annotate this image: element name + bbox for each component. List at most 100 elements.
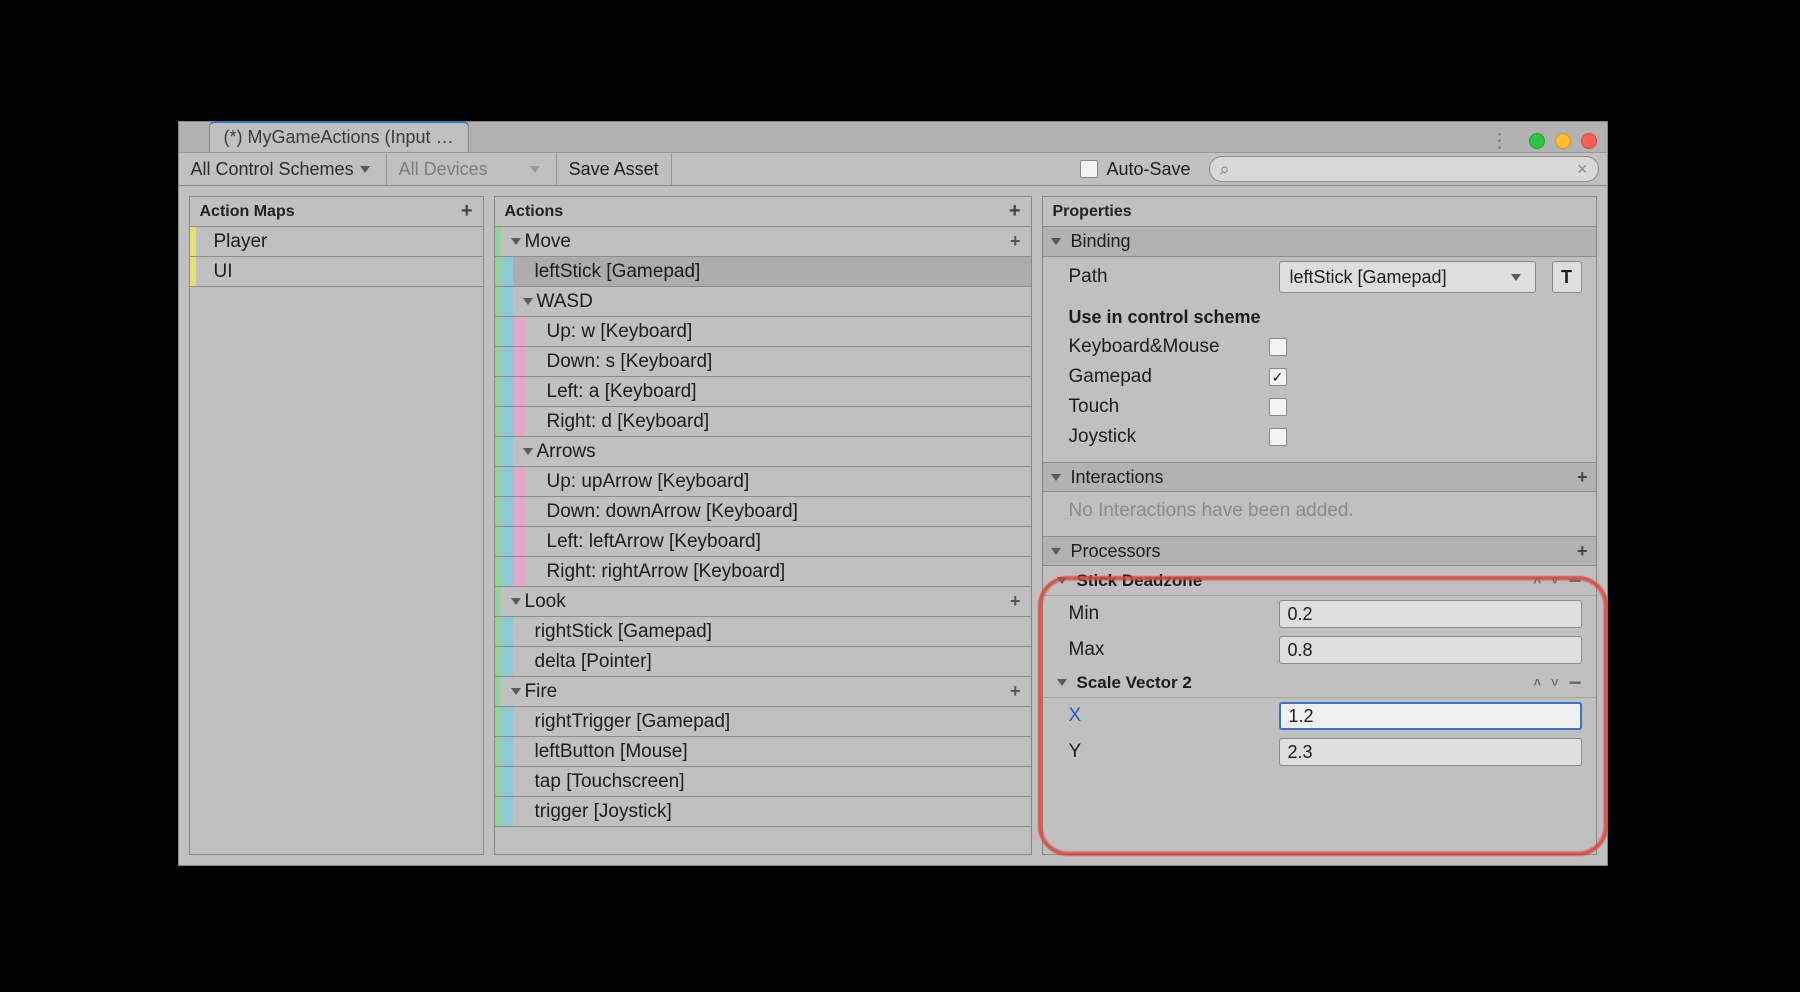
binding-item[interactable]: delta [Pointer]: [495, 647, 1031, 677]
processor-header[interactable]: Stick Deadzone ˄ ˅−: [1043, 566, 1596, 596]
field-label: Min: [1069, 603, 1269, 625]
clear-search-icon[interactable]: ×: [1577, 159, 1588, 180]
actions-title: Actions: [505, 203, 564, 221]
binding-label: Down: downArrow [Keyboard]: [547, 501, 798, 523]
traffic-red[interactable]: [1581, 133, 1597, 149]
binding-label: WASD: [537, 291, 593, 313]
composite-part-item[interactable]: Up: w [Keyboard]: [495, 317, 1031, 347]
search-icon: ⌕: [1220, 159, 1230, 180]
binding-label: tap [Touchscreen]: [535, 771, 685, 793]
move-up-icon[interactable]: ˄: [1533, 573, 1541, 588]
action-map-item[interactable]: UI: [190, 257, 483, 287]
add-action-map-button[interactable]: +: [461, 200, 473, 223]
binding-label: Left: leftArrow [Keyboard]: [547, 531, 761, 553]
move-down-icon[interactable]: ˅: [1551, 573, 1559, 588]
composite-part-item[interactable]: Down: downArrow [Keyboard]: [495, 497, 1031, 527]
action-label: Move: [525, 231, 571, 253]
foldout-icon: [511, 688, 521, 695]
binding-item[interactable]: rightStick [Gamepad]: [495, 617, 1031, 647]
kebab-icon[interactable]: ⋮: [1490, 128, 1511, 153]
main-columns: Action Maps + PlayerUI Actions + Move + le…: [179, 186, 1607, 865]
save-asset-button[interactable]: Save Asset: [557, 153, 672, 185]
composite-part-item[interactable]: Up: upArrow [Keyboard]: [495, 467, 1031, 497]
binding-item[interactable]: rightTrigger [Gamepad]: [495, 707, 1031, 737]
add-binding-button[interactable]: +: [1010, 231, 1021, 252]
processor-name: Stick Deadzone: [1077, 571, 1203, 591]
move-up-icon[interactable]: ˄: [1533, 675, 1541, 690]
binding-item[interactable]: leftButton [Mouse]: [495, 737, 1031, 767]
binding-label: leftButton [Mouse]: [535, 741, 688, 763]
section-title: Binding: [1071, 231, 1131, 252]
foldout-icon: [1051, 548, 1061, 555]
window-tabbar: (*) MyGameActions (Input … ⋮: [179, 122, 1607, 152]
scheme-name: Keyboard&Mouse: [1069, 336, 1269, 358]
section-title: Processors: [1071, 541, 1161, 562]
binding-item[interactable]: trigger [Joystick]: [495, 797, 1031, 827]
action-maps-panel: Action Maps + PlayerUI: [189, 196, 484, 855]
action-item[interactable]: Fire+: [495, 677, 1031, 707]
path-label: Path: [1069, 266, 1269, 288]
foldout-icon: [511, 598, 521, 605]
field-label: X: [1069, 705, 1269, 727]
scheme-checkbox[interactable]: [1269, 398, 1287, 416]
scheme-row: Keyboard&Mouse: [1043, 332, 1596, 362]
move-down-icon[interactable]: ˅: [1551, 675, 1559, 690]
scheme-checkbox[interactable]: [1269, 428, 1287, 446]
field-input[interactable]: 2.3: [1279, 738, 1582, 766]
processor-header[interactable]: Scale Vector 2 ˄ ˅−: [1043, 668, 1596, 698]
path-dropdown[interactable]: leftStick [Gamepad]: [1279, 261, 1536, 293]
action-item[interactable]: Look +: [495, 587, 1031, 617]
scheme-row: Touch: [1043, 392, 1596, 422]
binding-label: delta [Pointer]: [535, 651, 652, 673]
control-schemes-dropdown[interactable]: All Control Schemes: [179, 153, 387, 185]
composite-part-item[interactable]: Left: leftArrow [Keyboard]: [495, 527, 1031, 557]
traffic-green[interactable]: [1529, 133, 1545, 149]
devices-dropdown[interactable]: All Devices: [387, 153, 557, 185]
add-item-button[interactable]: +: [1577, 467, 1588, 488]
action-map-item[interactable]: Player: [190, 227, 483, 257]
composite-part-item[interactable]: Left: a [Keyboard]: [495, 377, 1031, 407]
field-input[interactable]: 0.2: [1279, 600, 1582, 628]
action-label: Look: [525, 591, 566, 613]
autosave-toggle[interactable]: Auto-Save: [1070, 153, 1200, 185]
field-input[interactable]: 0.8: [1279, 636, 1582, 664]
properties-title: Properties: [1053, 203, 1132, 221]
traffic-yellow[interactable]: [1555, 133, 1571, 149]
composite-binding-item[interactable]: WASD: [495, 287, 1031, 317]
foldout-icon: [511, 238, 521, 245]
composite-part-item[interactable]: Right: rightArrow [Keyboard]: [495, 557, 1031, 587]
add-action-button[interactable]: +: [1009, 200, 1021, 223]
processor-field-row: Max0.8: [1043, 632, 1596, 668]
binding-item[interactable]: leftStick [Gamepad]: [495, 257, 1031, 287]
search-input[interactable]: ⌕ ×: [1209, 156, 1599, 182]
chevron-down-icon: [530, 166, 540, 173]
interactions-empty-text: No Interactions have been added.: [1043, 492, 1596, 536]
remove-processor-button[interactable]: −: [1569, 568, 1582, 594]
autosave-checkbox[interactable]: [1080, 160, 1098, 178]
scheme-checkbox[interactable]: [1269, 338, 1287, 356]
remove-processor-button[interactable]: −: [1569, 670, 1582, 696]
path-listen-button[interactable]: T: [1552, 261, 1582, 293]
add-binding-button[interactable]: +: [1010, 681, 1021, 702]
section-header[interactable]: Binding: [1043, 227, 1596, 257]
window-controls: ⋮: [1490, 128, 1597, 153]
binding-label: Arrows: [537, 441, 596, 463]
asset-tab[interactable]: (*) MyGameActions (Input …: [209, 121, 469, 152]
section-header[interactable]: Interactions+: [1043, 462, 1596, 492]
section-header[interactable]: Processors +: [1043, 536, 1596, 566]
add-item-button[interactable]: +: [1577, 541, 1588, 562]
foldout-icon: [1057, 577, 1067, 584]
add-binding-button[interactable]: +: [1010, 591, 1021, 612]
composite-part-item[interactable]: Down: s [Keyboard]: [495, 347, 1031, 377]
composite-binding-item[interactable]: Arrows: [495, 437, 1031, 467]
binding-item[interactable]: tap [Touchscreen]: [495, 767, 1031, 797]
processor-field-row: X 1.2: [1043, 698, 1596, 734]
composite-part-item[interactable]: Right: d [Keyboard]: [495, 407, 1031, 437]
processor-name: Scale Vector 2: [1077, 673, 1192, 693]
path-value: leftStick [Gamepad]: [1290, 267, 1447, 288]
scheme-name: Touch: [1069, 396, 1269, 418]
binding-label: rightStick [Gamepad]: [535, 621, 712, 643]
field-input[interactable]: 1.2: [1279, 702, 1582, 730]
scheme-checkbox[interactable]: ✓: [1269, 368, 1287, 386]
action-item[interactable]: Move +: [495, 227, 1031, 257]
